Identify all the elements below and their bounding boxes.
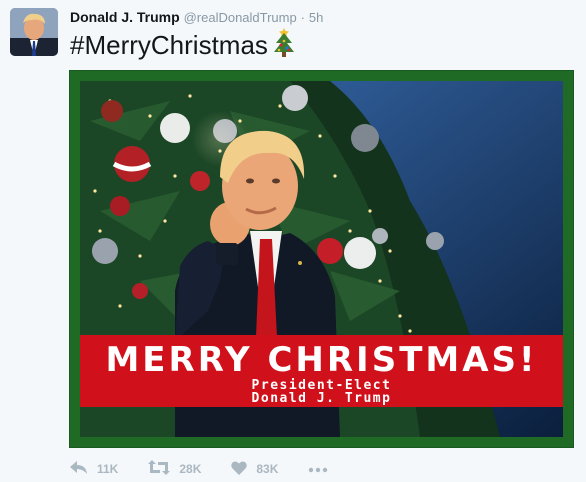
reply-button[interactable]: 11K [70,460,119,478]
more-button[interactable] [308,460,328,478]
like-icon [231,460,256,478]
christmas-banner: MERRY CHRISTMAS! President-Elect Donald … [80,335,563,407]
hashtag-link[interactable]: #MerryChristmas [70,30,268,60]
retweet-count: 28K [179,462,202,476]
like-count: 83K [256,462,279,476]
christmas-photo: MERRY CHRISTMAS! President-Elect Donald … [80,81,563,437]
tweet-text: #MerryChristmas [70,28,296,65]
tweet-header: Donald J. Trump @realDonaldTrump · 5h [70,9,323,25]
retweet-button[interactable]: 28K [148,460,201,478]
author-name[interactable]: Donald J. Trump [70,9,180,25]
tweet-actions: 11K 28K 83K [70,459,328,479]
reply-icon [70,460,97,478]
separator: · [300,10,305,25]
tweet: Donald J. Trump @realDonaldTrump · 5h #M… [0,0,586,482]
tweet-image[interactable]: MERRY CHRISTMAS! President-Elect Donald … [69,70,574,448]
timestamp[interactable]: 5h [309,10,323,25]
banner-subtitle-line2: Donald J. Trump [251,391,392,406]
author-handle[interactable]: @realDonaldTrump [184,10,297,25]
banner-title: MERRY CHRISTMAS! [105,340,538,380]
reply-count: 11K [97,462,119,476]
more-icon [308,460,328,478]
avatar[interactable] [10,8,58,56]
christmas-tree-icon [272,28,296,65]
like-button[interactable]: 83K [231,460,279,478]
retweet-icon [148,460,179,478]
